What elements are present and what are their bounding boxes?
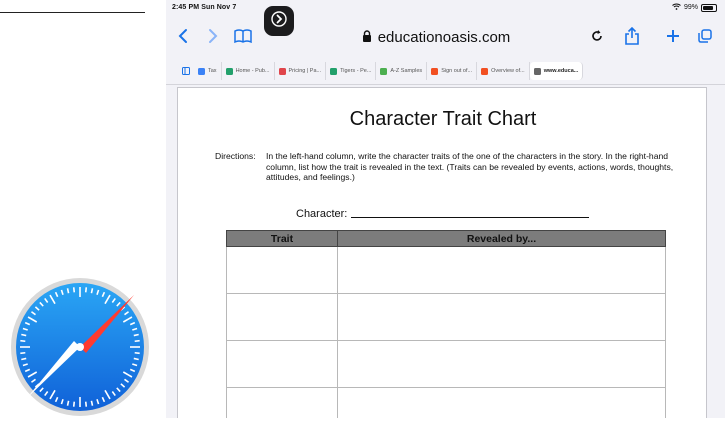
tab-favicon (278, 67, 286, 75)
safari-app-icon (6, 277, 154, 417)
tab-sign-out[interactable]: Sign out of... (427, 62, 478, 80)
compass-tick (21, 333, 27, 337)
ipad-screen: 2:45 PM Sun Nov 7 99% educationoasis.com… (166, 0, 725, 418)
compass-tick (20, 351, 26, 355)
directions-text: In the left-hand column, write the chara… (266, 151, 674, 182)
address-bar[interactable]: educationoasis.com (352, 24, 520, 50)
tab-favicon (533, 67, 541, 75)
sidebar-icon[interactable] (182, 62, 190, 80)
tab-overview-button[interactable] (694, 24, 716, 48)
tab-favicon (481, 67, 489, 75)
compass-tick (66, 288, 70, 294)
table-row (226, 340, 666, 388)
revealed-by-cell (337, 340, 666, 388)
revealed-by-cell (337, 293, 666, 341)
trait-cell (226, 387, 338, 418)
plus-icon (667, 30, 679, 42)
url-text: educationoasis.com (377, 28, 511, 46)
compass-tick (134, 339, 140, 343)
compass-tick (90, 400, 94, 406)
compass-tick (134, 351, 140, 355)
forward-button[interactable] (202, 24, 224, 48)
table-header-row: Trait Revealed by... (226, 230, 666, 247)
new-tab-button[interactable] (662, 24, 684, 48)
battery-icon (701, 3, 717, 12)
tabs-icon (698, 29, 712, 43)
chevron-right-icon (209, 29, 218, 43)
tab-favicon (330, 67, 338, 75)
reload-button[interactable] (586, 24, 608, 48)
status-time: 2:45 PM (172, 4, 200, 11)
tab-favicon (380, 67, 388, 75)
compass-tick (90, 288, 94, 294)
character-blank-line (351, 217, 590, 218)
revealed-by-cell (337, 246, 666, 294)
tab-educationoasis[interactable]: www.educa... (529, 62, 584, 80)
directions: Directions: In the left-hand column, wri… (215, 151, 685, 183)
table-row (226, 293, 666, 341)
table-row (226, 246, 666, 294)
compass-tick (133, 333, 139, 337)
toolbar-divider (166, 84, 725, 85)
directions-label: Directions: (215, 151, 256, 161)
compass-tick (84, 401, 88, 407)
page-title: Character Trait Chart (349, 108, 537, 130)
compass-tick (133, 357, 139, 361)
bookmarks-button[interactable] (232, 24, 254, 48)
status-date: Sun Nov 7 (201, 4, 237, 11)
status-bar: 2:45 PM Sun Nov 7 99% (166, 0, 725, 16)
compass-tick (72, 287, 76, 293)
tab-home-pub[interactable]: Home - Pub... (222, 62, 275, 80)
trait-cell (226, 246, 338, 294)
wifi-icon (672, 3, 681, 12)
character-field: Character: (296, 208, 590, 220)
lock-icon (362, 29, 372, 46)
tab-tigers[interactable]: Tigers - Pe... (326, 62, 377, 80)
tab-overview[interactable]: Overview of... (477, 62, 530, 80)
book-icon (234, 29, 252, 43)
column-header-trait: Trait (226, 230, 338, 247)
trait-cell (226, 293, 338, 341)
tab-favicon (225, 67, 233, 75)
column-header-revealed-by: Revealed by... (337, 230, 666, 247)
battery-percent: 99% (683, 4, 698, 11)
divider-line (0, 12, 145, 13)
document-page: Character Trait Chart Directions: In the… (177, 87, 707, 418)
tab-bar: Tax Home - Pub... Pricing | Pa... Tigers… (182, 58, 722, 84)
tab-favicon (198, 67, 205, 75)
compass-tick (72, 401, 76, 407)
tab-pricing[interactable]: Pricing | Pa... (275, 62, 327, 80)
compass-tick (21, 357, 27, 361)
trait-cell (226, 340, 338, 388)
character-label: Character: (296, 208, 348, 220)
reload-icon (592, 30, 602, 41)
back-button[interactable] (172, 24, 194, 48)
compass-tick (84, 287, 88, 293)
tab-tax[interactable]: Tax (194, 62, 222, 80)
revealed-by-cell (337, 387, 666, 418)
share-icon (625, 27, 639, 45)
tab-favicon (431, 67, 439, 75)
trait-table: Trait Revealed by... (226, 230, 666, 418)
table-row (226, 387, 666, 418)
share-button[interactable] (621, 24, 643, 48)
tab-a-z-samples[interactable]: A-Z Samples (376, 62, 428, 80)
compass-tick (20, 339, 26, 343)
compass-tick (66, 400, 70, 406)
chevron-left-icon (178, 29, 187, 43)
